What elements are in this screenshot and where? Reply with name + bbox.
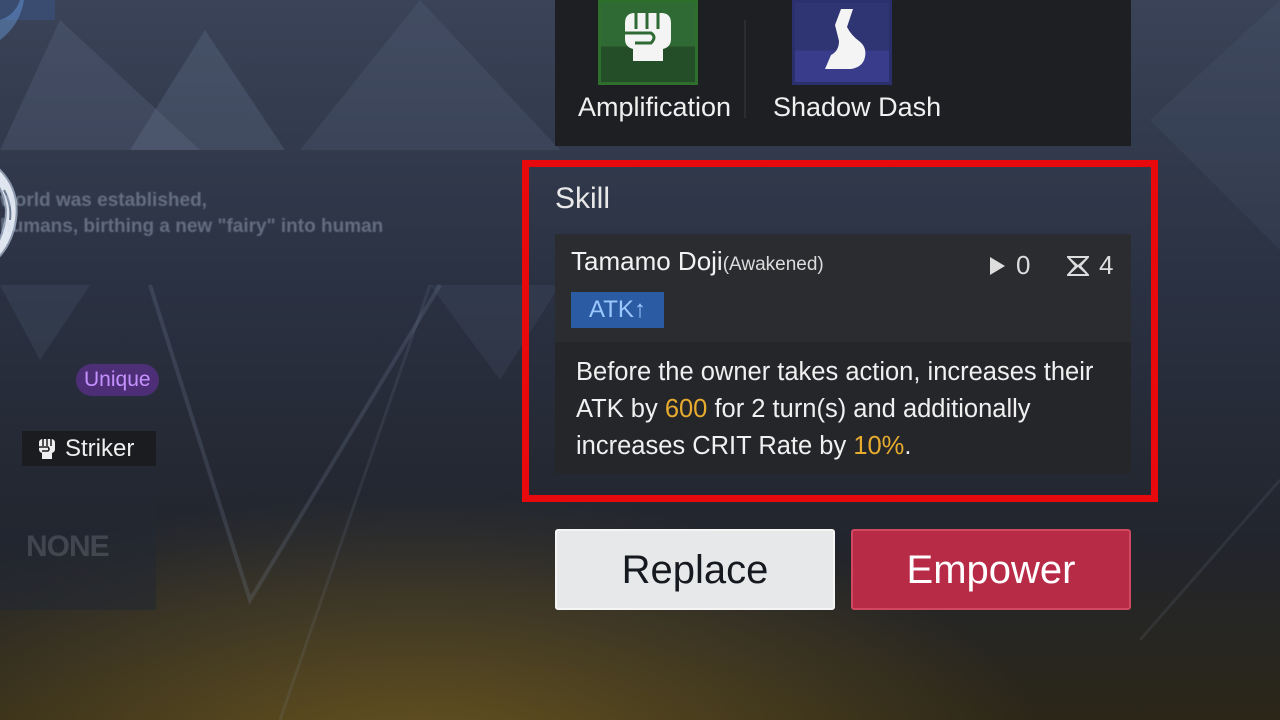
skill-cooldown: 4 [1067, 250, 1113, 281]
skill-description: Before the owner takes action, increases… [555, 342, 1131, 474]
unique-badge: Unique [76, 364, 159, 396]
desc-text: . [904, 432, 912, 460]
fist-icon [625, 13, 671, 61]
divider [744, 20, 746, 118]
ability-tile-amplification[interactable] [598, 0, 698, 85]
desc-value-atk: 600 [664, 395, 708, 423]
boot-icon [825, 9, 866, 69]
ability-tile-shadow-dash[interactable] [792, 0, 892, 85]
class-badge: Striker [22, 431, 156, 466]
atk-up-tag: ATK↑ [571, 292, 664, 328]
lore-line: humans, birthing a new "fairy" into huma… [0, 216, 384, 237]
replace-button[interactable]: Replace [555, 529, 835, 610]
skill-card: Tamamo Doji(Awakened) 0 4 ATK↑ Before th… [555, 234, 1131, 474]
skill-name: Tamamo Doji(Awakened) [571, 246, 824, 277]
empower-button[interactable]: Empower [851, 529, 1131, 610]
skill-suffix: (Awakened) [722, 254, 824, 275]
desc-value-crit: 10% [853, 432, 905, 460]
ability-label: Amplification [578, 92, 732, 122]
skill-uses-value: 0 [1016, 250, 1031, 280]
hourglass-icon [1067, 255, 1089, 276]
skill-cooldown-value: 4 [1099, 250, 1114, 280]
class-badge-label: Striker [65, 434, 135, 462]
skill-heading: Skill [555, 182, 611, 215]
lore-line: world was established, [0, 190, 207, 211]
fist-icon [39, 438, 55, 459]
skill-title: Tamamo Doji [571, 246, 723, 276]
skill-description-text: Before the owner takes action, increases… [576, 354, 1121, 465]
empty-slot-label: NONE [26, 530, 110, 563]
play-icon [990, 256, 1005, 275]
empty-slot[interactable]: NONE [0, 486, 156, 610]
ability-label: Shadow Dash [773, 92, 942, 122]
background-lore-text: world was established, humans, birthing … [0, 188, 520, 240]
ability-panel: Amplification Shadow Dash [555, 0, 1131, 146]
skill-uses: 0 [988, 250, 1030, 281]
